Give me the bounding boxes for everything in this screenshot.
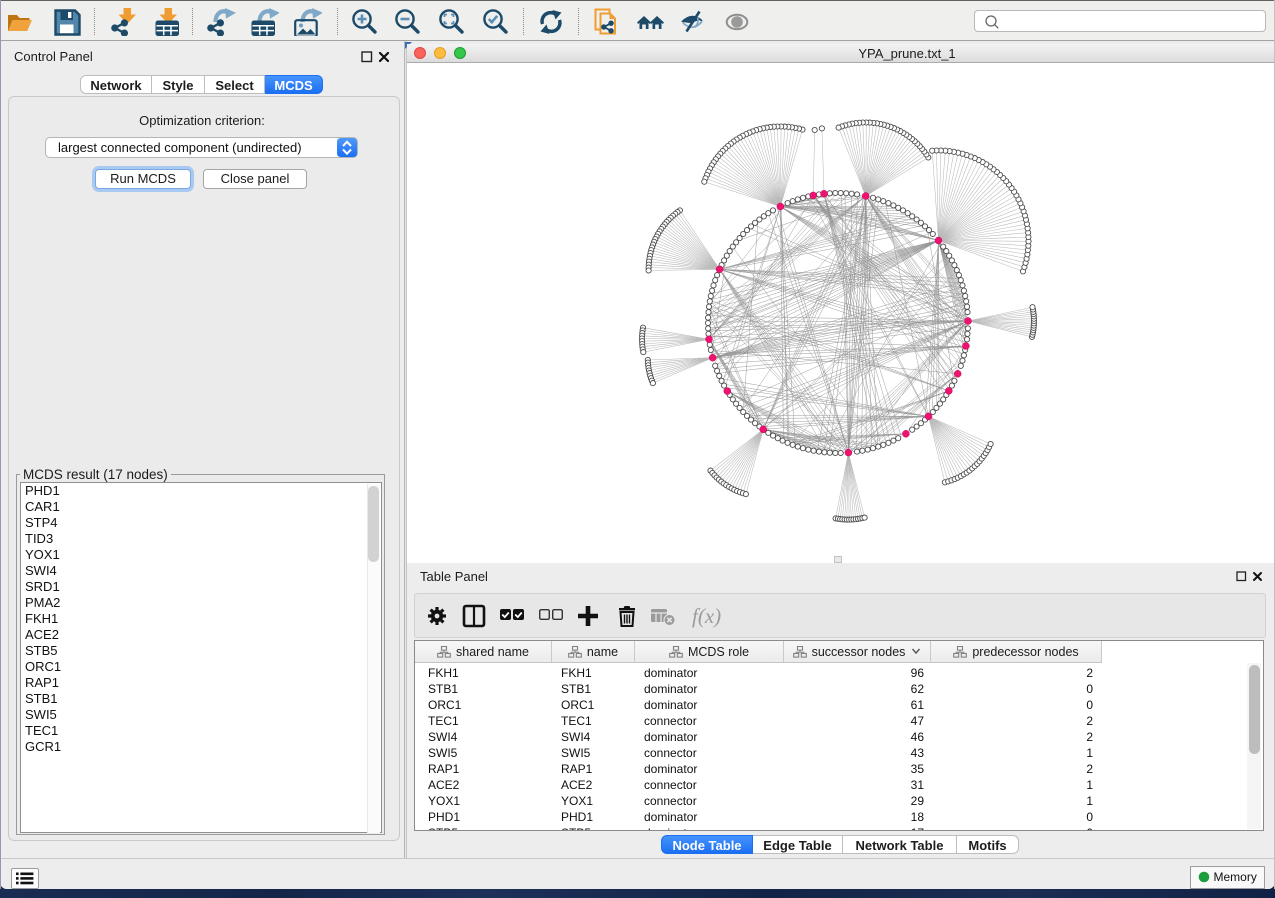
svg-text:f(x): f(x) [692, 604, 721, 628]
